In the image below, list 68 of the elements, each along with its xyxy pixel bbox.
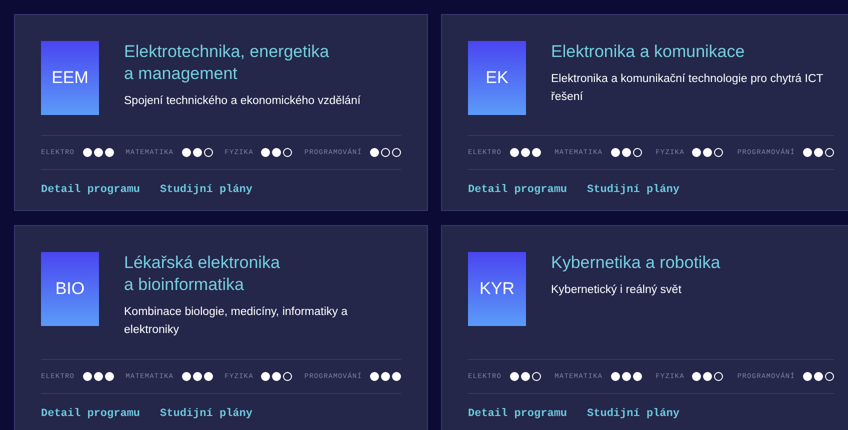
rating-dot [622,372,631,381]
link[interactable]: Detail programu [41,408,140,420]
rating-dot [370,148,379,157]
rating-dot [803,148,812,157]
rating-dot [610,372,620,381]
program-logo: BIO [41,252,99,326]
rating-dot [825,372,834,381]
rating-dot [510,372,519,381]
program-description: Kombinace biologie, medicíny, informatiky a elektroniky [124,305,349,338]
rating-dot [714,372,724,381]
rating-dot [703,148,712,157]
rating-dot [82,148,92,157]
rating-dot [392,372,401,381]
rating-dot [610,148,620,157]
link[interactable]: Detail programu [468,408,568,420]
rating-dot [283,148,292,157]
rating-dot [381,372,390,381]
rating-dot [703,372,712,381]
rating-dot [532,148,541,157]
rating-dot [814,372,823,381]
program-title: Elektrotechnika, energetika a management [124,41,330,85]
rating-dot [370,372,379,381]
rating-dot [104,372,114,381]
link[interactable]: Studijní plány [587,184,680,196]
rating-dot [283,372,292,381]
rating-dot [632,148,642,157]
rating-dot [632,372,642,381]
program-description: Spojení technického a ekonomického vzdělání [124,94,361,109]
rating-dot [622,148,631,157]
link[interactable]: Studijní plány [160,408,252,420]
program-description: Elektronika a komunikační technologie pro chytrá ICT řešení [551,72,824,105]
program-title: Kybernetika a robotika [551,252,720,274]
rating-dot [510,148,519,157]
program-description: Kybernetický i reálný svět [551,283,682,298]
rating-dot [82,372,92,381]
link[interactable]: Detail programu [468,184,568,196]
rating-dot [692,148,702,157]
link[interactable]: Studijní plány [160,184,252,196]
rating-dot [94,372,103,381]
rating-dot [261,372,270,381]
link[interactable]: Detail programu [41,184,140,196]
program-logo: EK [468,41,526,115]
rating-dot [532,372,541,381]
rating-dot [381,148,390,157]
program-title: Lékařská elektronika a bioinformatika [124,252,281,296]
rating-dot [520,148,530,157]
rating-dot [182,372,191,381]
link[interactable]: Studijní plány [587,408,680,420]
rating-dot [714,148,724,157]
program-logo: EEM [41,41,99,115]
rating-dot [825,148,834,157]
rating-dot [814,148,823,157]
rating-dot [192,372,202,381]
rating-dot [204,372,213,381]
rating-dot [272,372,282,381]
rating-dot [272,148,282,157]
rating-dot [692,372,702,381]
program-title: Elektronika a komunikace [551,41,746,63]
rating-dot [520,372,530,381]
rating-dot [104,148,114,157]
rating-dot [204,148,213,157]
rating-dot [803,372,812,381]
rating-dot [261,148,270,157]
rating-dot [182,148,191,157]
program-logo: KYR [468,252,526,326]
rating-dot [192,148,202,157]
rating-dot [94,148,103,157]
rating-dot [392,148,401,157]
